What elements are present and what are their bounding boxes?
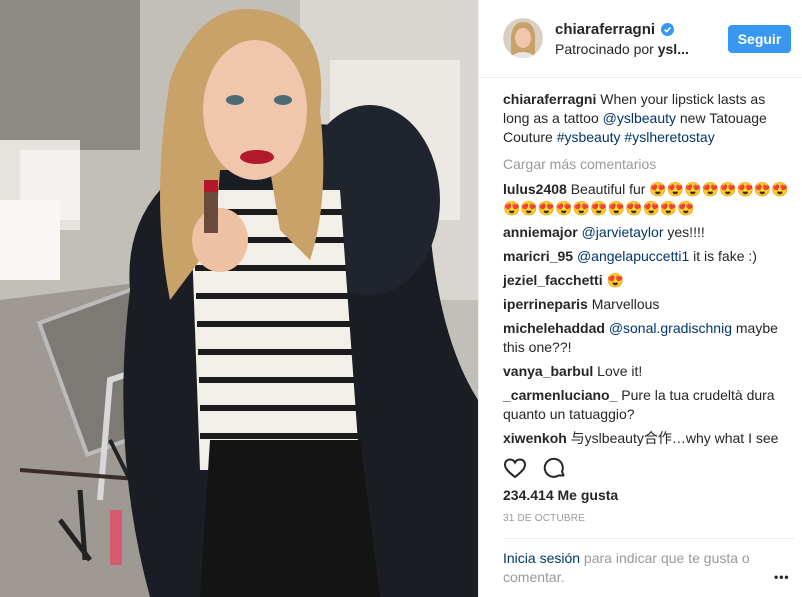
post-header: chiaraferragni Patrocinado por ysl... Se… bbox=[479, 0, 802, 78]
post-actions bbox=[503, 456, 567, 480]
comment-item: iperrineparis Marvellous bbox=[503, 295, 795, 314]
comment-username[interactable]: maricri_95 bbox=[503, 248, 573, 264]
comments-list: chiaraferragni When your lipstick lasts … bbox=[503, 90, 795, 453]
caption-hashtag-1[interactable]: #ysbeauty bbox=[557, 129, 621, 145]
sponsored-prefix: Patrocinado por bbox=[555, 41, 654, 57]
comment-item: maricri_95 @angelapuccetti1 it is fake :… bbox=[503, 247, 795, 266]
verified-badge-icon bbox=[661, 23, 675, 36]
comment-username[interactable]: anniemajor bbox=[503, 224, 578, 240]
post-username[interactable]: chiaraferragni bbox=[555, 21, 655, 38]
load-more-comments-link[interactable]: Cargar más comentarios bbox=[503, 155, 795, 174]
comment-username[interactable]: _carmenluciano_ bbox=[503, 387, 617, 403]
sponsor-name-link[interactable]: ysl... bbox=[658, 41, 689, 57]
comment-username[interactable]: vanya_barbul bbox=[503, 363, 593, 379]
comment-username[interactable]: iperrineparis bbox=[503, 296, 588, 312]
comment-item: xiwenkoh 与yslbeauty合作…why what I see bbox=[503, 429, 795, 448]
comment-username[interactable]: jeziel_facchetti bbox=[503, 272, 603, 288]
follow-button[interactable]: Seguir bbox=[728, 25, 791, 53]
comment-text: 与yslbeauty合作…why what I see bbox=[566, 430, 779, 446]
divider bbox=[503, 538, 795, 539]
comment-username[interactable]: xiwenkoh bbox=[503, 430, 567, 446]
comment-item: lulus2408 Beautiful fur 😍😍😍😍😍😍😍😍😍😍😍😍😍😍😍😍… bbox=[503, 180, 795, 218]
caption-hashtag-2[interactable]: #yslheretostay bbox=[624, 129, 714, 145]
heart-icon[interactable] bbox=[503, 456, 527, 480]
post-date: 31 DE OCTUBRE bbox=[503, 513, 586, 524]
comment-username[interactable]: michelehaddad bbox=[503, 320, 605, 336]
username-row: chiaraferragni bbox=[555, 21, 675, 38]
comment-icon[interactable] bbox=[543, 456, 567, 480]
post-caption: chiaraferragni When your lipstick lasts … bbox=[503, 90, 795, 147]
comment-text: Marvellous bbox=[587, 296, 660, 312]
post-side-panel: chiaraferragni Patrocinado por ysl... Se… bbox=[478, 0, 802, 597]
comment-mention-link[interactable]: @sonal.gradischnig bbox=[609, 320, 732, 336]
login-prompt: Inicia sesión para indicar que te gusta … bbox=[503, 549, 763, 587]
caption-username[interactable]: chiaraferragni bbox=[503, 91, 596, 107]
photo-illustration bbox=[0, 0, 478, 597]
avatar[interactable] bbox=[503, 18, 543, 58]
comment-username[interactable]: lulus2408 bbox=[503, 181, 567, 197]
comment-text: 😍 bbox=[602, 272, 624, 288]
comment-item: vanya_barbul Love it! bbox=[503, 362, 795, 381]
comment-mention-link[interactable]: @angelapuccetti1 bbox=[577, 248, 689, 264]
comment-text: yes!!!! bbox=[663, 224, 705, 240]
more-options-icon[interactable]: ••• bbox=[774, 570, 790, 584]
comment-text: Love it! bbox=[593, 363, 643, 379]
comment-item: michelehaddad @sonal.gradischnig maybe t… bbox=[503, 319, 795, 357]
comment-mention-link[interactable]: @jarvietaylor bbox=[582, 224, 664, 240]
comment-item: jeziel_facchetti 😍 bbox=[503, 271, 795, 290]
comment-text: it is fake :) bbox=[689, 248, 757, 264]
like-count[interactable]: 234.414 Me gusta bbox=[503, 487, 618, 503]
post-photo[interactable] bbox=[0, 0, 478, 597]
comment-item: anniemajor @jarvietaylor yes!!!! bbox=[503, 223, 795, 242]
comment-item: _carmenluciano_ Pure la tua crudeltà dur… bbox=[503, 386, 795, 424]
sponsored-label: Patrocinado por ysl... bbox=[555, 41, 689, 57]
login-link[interactable]: Inicia sesión bbox=[503, 550, 580, 566]
caption-mention-link[interactable]: @yslbeauty bbox=[603, 110, 676, 126]
